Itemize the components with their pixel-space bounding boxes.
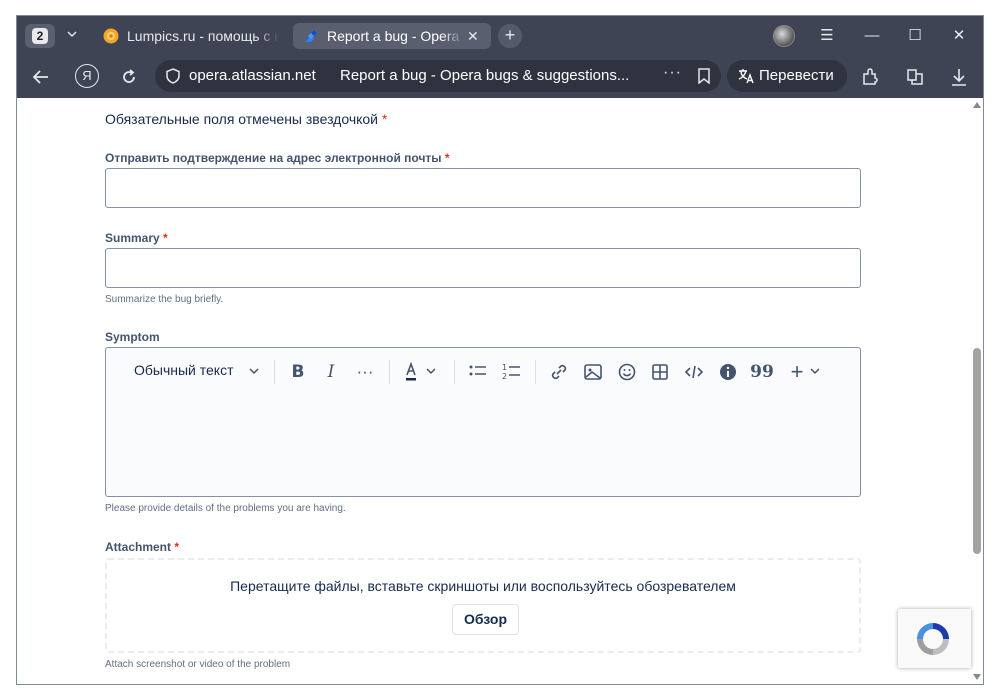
- bullet-list-icon[interactable]: [466, 360, 490, 384]
- tab-title: Report a bug - Opera bugs & suggestions: [327, 28, 463, 44]
- table-icon[interactable]: [648, 360, 672, 384]
- avatar[interactable]: [773, 25, 795, 47]
- image-icon[interactable]: [581, 360, 605, 384]
- collections-icon[interactable]: [904, 66, 926, 88]
- toolbar-divider: [389, 360, 390, 384]
- new-tab-button[interactable]: +: [498, 24, 522, 48]
- more-icon[interactable]: ···: [663, 64, 682, 82]
- chevron-down-icon[interactable]: [425, 365, 437, 377]
- translate-label: Перевести: [759, 67, 834, 84]
- page-content: Обязательные поля отмечены звездочкой * …: [17, 98, 971, 684]
- menu-icon[interactable]: ☰: [814, 24, 840, 48]
- toolbar-divider: [535, 360, 536, 384]
- link-icon[interactable]: [547, 360, 571, 384]
- toolbar-divider: [274, 360, 275, 384]
- reload-icon[interactable]: [116, 64, 142, 90]
- text-style-dropdown[interactable]: Обычный текст: [134, 362, 234, 378]
- maximize-button[interactable]: ☐: [902, 24, 928, 48]
- numbered-list-icon[interactable]: 12: [500, 360, 524, 384]
- more-formatting-icon[interactable]: ···: [353, 360, 377, 384]
- scroll-down-arrow-icon[interactable]: [973, 674, 981, 680]
- chevron-down-icon[interactable]: [809, 365, 821, 377]
- address-page-title: Report a bug - Opera bugs & suggestions.…: [340, 67, 630, 84]
- bookmark-icon[interactable]: [697, 68, 711, 84]
- download-icon[interactable]: [948, 66, 970, 88]
- translate-button[interactable]: Перевести: [727, 60, 847, 92]
- navigation-bar: Я opera.atlassian.net Report a bug - Ope…: [17, 56, 983, 98]
- plus-icon[interactable]: +: [785, 360, 809, 384]
- tab-bar: 2 Lumpics.ru - помощь с компьютером Repo…: [17, 16, 983, 56]
- close-window-button[interactable]: ✕: [946, 24, 972, 48]
- info-icon[interactable]: [716, 360, 740, 384]
- bold-icon[interactable]: B: [286, 360, 310, 384]
- attachment-dropzone[interactable]: Перетащите файлы, вставьте скриншоты или…: [105, 558, 861, 653]
- summary-input[interactable]: [105, 248, 861, 288]
- text-color-icon[interactable]: [401, 360, 425, 384]
- close-icon[interactable]: ✕: [467, 28, 481, 45]
- tab-title: Lumpics.ru - помощь с компьютером: [127, 28, 279, 44]
- editor-toolbar: Обычный текст B I ··· 1 2 99 +: [106, 348, 860, 396]
- email-label: Отправить подтверждение на адрес электро…: [105, 151, 450, 165]
- summary-label: Summary *: [105, 231, 168, 245]
- required-asterisk: *: [444, 151, 450, 165]
- address-domain: opera.atlassian.net: [189, 67, 316, 84]
- required-asterisk: *: [174, 540, 180, 554]
- symptom-label: Symptom: [105, 330, 160, 344]
- required-fields-note: Обязательные поля отмечены звездочкой *: [105, 111, 388, 127]
- italic-icon[interactable]: I: [319, 360, 343, 384]
- browser-window: 2 Lumpics.ru - помощь с компьютером Repo…: [16, 15, 984, 685]
- symptom-helper: Please provide details of the problems y…: [105, 503, 346, 514]
- translate-icon: [738, 69, 754, 84]
- attachment-label: Attachment *: [105, 540, 180, 554]
- yandex-icon[interactable]: Я: [75, 64, 99, 88]
- scrollbar[interactable]: [971, 98, 983, 684]
- chevron-down-icon[interactable]: [248, 365, 260, 377]
- code-icon[interactable]: [682, 360, 706, 384]
- tab-lumpics[interactable]: Lumpics.ru - помощь с компьютером: [93, 23, 289, 49]
- chevron-down-icon[interactable]: [61, 25, 83, 47]
- scroll-thumb[interactable]: [973, 348, 981, 554]
- svg-text:1: 1: [502, 363, 507, 372]
- recaptcha-badge[interactable]: [898, 609, 971, 668]
- symptom-editor[interactable]: Обычный текст B I ··· 1 2 99 +: [105, 347, 861, 497]
- emoji-icon[interactable]: [615, 360, 639, 384]
- extensions-icon[interactable]: [860, 66, 882, 88]
- summary-helper: Summarize the bug briefly.: [105, 294, 224, 305]
- required-asterisk: *: [381, 111, 388, 127]
- email-field[interactable]: [105, 168, 861, 208]
- scroll-up-arrow-icon[interactable]: [973, 102, 981, 108]
- toolbar-divider: [454, 360, 455, 384]
- tab-counter-button[interactable]: 2: [25, 24, 55, 48]
- svg-text:2: 2: [502, 372, 507, 381]
- address-bar[interactable]: opera.atlassian.net Report a bug - Opera…: [155, 60, 721, 92]
- quote-icon[interactable]: 99: [750, 360, 774, 384]
- recaptcha-icon: [917, 623, 949, 655]
- attachment-helper: Attach screenshot or video of the proble…: [105, 659, 291, 670]
- dropzone-text: Перетащите файлы, вставьте скриншоты или…: [230, 578, 736, 594]
- jira-favicon-icon: [305, 30, 317, 42]
- lumpics-favicon-icon: [103, 28, 119, 44]
- required-asterisk: *: [163, 231, 168, 245]
- shield-icon: [166, 68, 180, 84]
- browse-button[interactable]: Обзор: [452, 604, 519, 635]
- minimize-button[interactable]: —: [859, 24, 885, 48]
- tab-report-bug[interactable]: Report a bug - Opera bugs & suggestions …: [293, 23, 491, 49]
- tab-count: 2: [32, 28, 48, 44]
- back-arrow-icon[interactable]: [28, 64, 54, 90]
